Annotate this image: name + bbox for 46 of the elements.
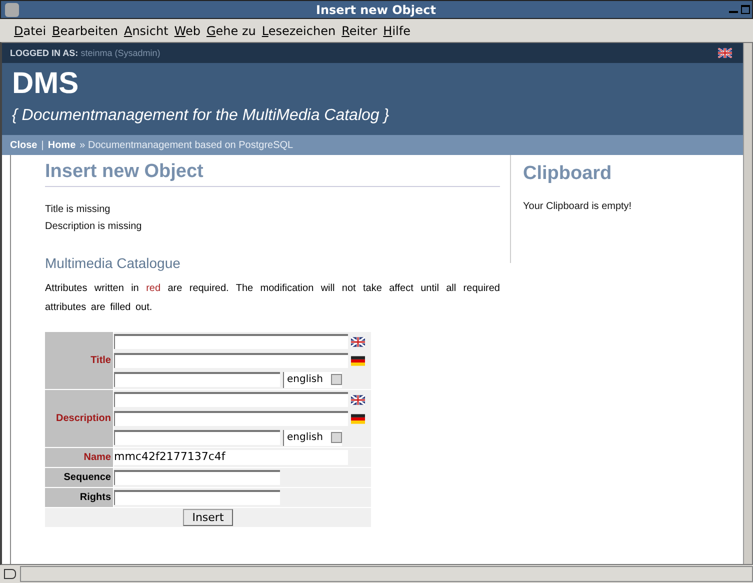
input-field[interactable] (114, 334, 348, 349)
logged-in-text: LOGGED IN AS: steinma (Sysadmin) (10, 48, 160, 58)
breadcrumb-text: » Documentmanagement based on PostgreSQL (80, 140, 294, 150)
flag-icon (351, 414, 365, 424)
field-label: Title (45, 332, 113, 389)
input-field[interactable] (114, 372, 280, 387)
menu-item[interactable]: Bearbeiten (52, 24, 124, 38)
separator: | (41, 140, 44, 150)
input-field[interactable] (114, 490, 280, 505)
flag-icon[interactable] (718, 48, 732, 58)
insert-button[interactable]: Insert (183, 509, 233, 526)
input-field[interactable] (114, 470, 280, 485)
site-title: DMS (12, 67, 80, 101)
maximize-icon[interactable] (741, 5, 750, 14)
menu-item[interactable]: Lesezeichen (262, 24, 342, 38)
input-field[interactable] (114, 353, 348, 368)
menu-item[interactable]: Datei (14, 24, 52, 38)
flag-icon (351, 394, 365, 404)
language-dropdown[interactable]: english (283, 372, 342, 388)
menu-item[interactable]: Reiter (342, 24, 384, 38)
input-field[interactable] (114, 430, 280, 445)
error-message: Description is missing (45, 220, 143, 234)
error-message: Title is missing (45, 203, 112, 217)
sidebar-heading: Clipboard (523, 163, 613, 186)
site-subtitle: { Documentmanagement for the MultiMedia Catalog } (12, 107, 390, 125)
page-heading: Insert new Object (45, 161, 500, 187)
menu-item[interactable]: Gehe zu (206, 24, 262, 38)
menu-item[interactable]: Web (174, 24, 206, 38)
input-field[interactable] (114, 411, 348, 426)
flag-icon (351, 336, 365, 346)
field-label: Description (45, 390, 113, 447)
field-label: Sequence (45, 468, 113, 487)
language-dropdown[interactable]: english (283, 430, 342, 446)
field-label: Name (45, 448, 113, 467)
menu-item[interactable]: Hilfe (383, 24, 416, 38)
section-heading: Multimedia Catalogue (45, 255, 182, 271)
field-label: Rights (45, 488, 113, 507)
flag-icon (351, 356, 365, 366)
clipboard-message: Your Clipboard is empty! (523, 200, 633, 214)
required-note: Attributes written in red are required. The modification will not take affect until all required attributes are filled out. (45, 282, 500, 315)
app-icon (5, 2, 19, 16)
connection-icon (4, 569, 16, 579)
menu-item[interactable]: Ansicht (124, 24, 174, 38)
window-title: Insert new Object (315, 2, 437, 16)
input-field[interactable] (114, 392, 348, 407)
input-field[interactable]: mmc42f2177137c4f (114, 450, 348, 465)
